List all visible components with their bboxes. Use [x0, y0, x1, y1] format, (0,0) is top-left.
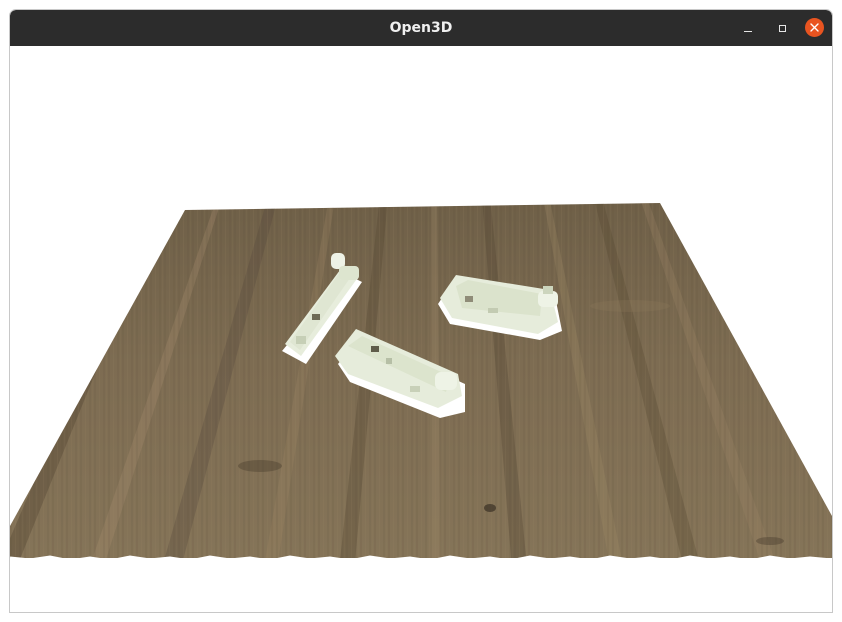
title-bar[interactable]: Open3D	[10, 10, 832, 46]
3d-viewport[interactable]	[10, 46, 832, 612]
maximize-icon	[778, 24, 786, 32]
close-button[interactable]	[805, 18, 824, 37]
minimize-button[interactable]	[738, 18, 758, 38]
minimize-icon	[744, 30, 752, 32]
window-title: Open3D	[389, 20, 453, 36]
app-window: Open3D	[9, 9, 833, 613]
close-icon	[810, 23, 819, 32]
maximize-button[interactable]	[772, 18, 792, 38]
point-cloud-render	[10, 203, 832, 563]
